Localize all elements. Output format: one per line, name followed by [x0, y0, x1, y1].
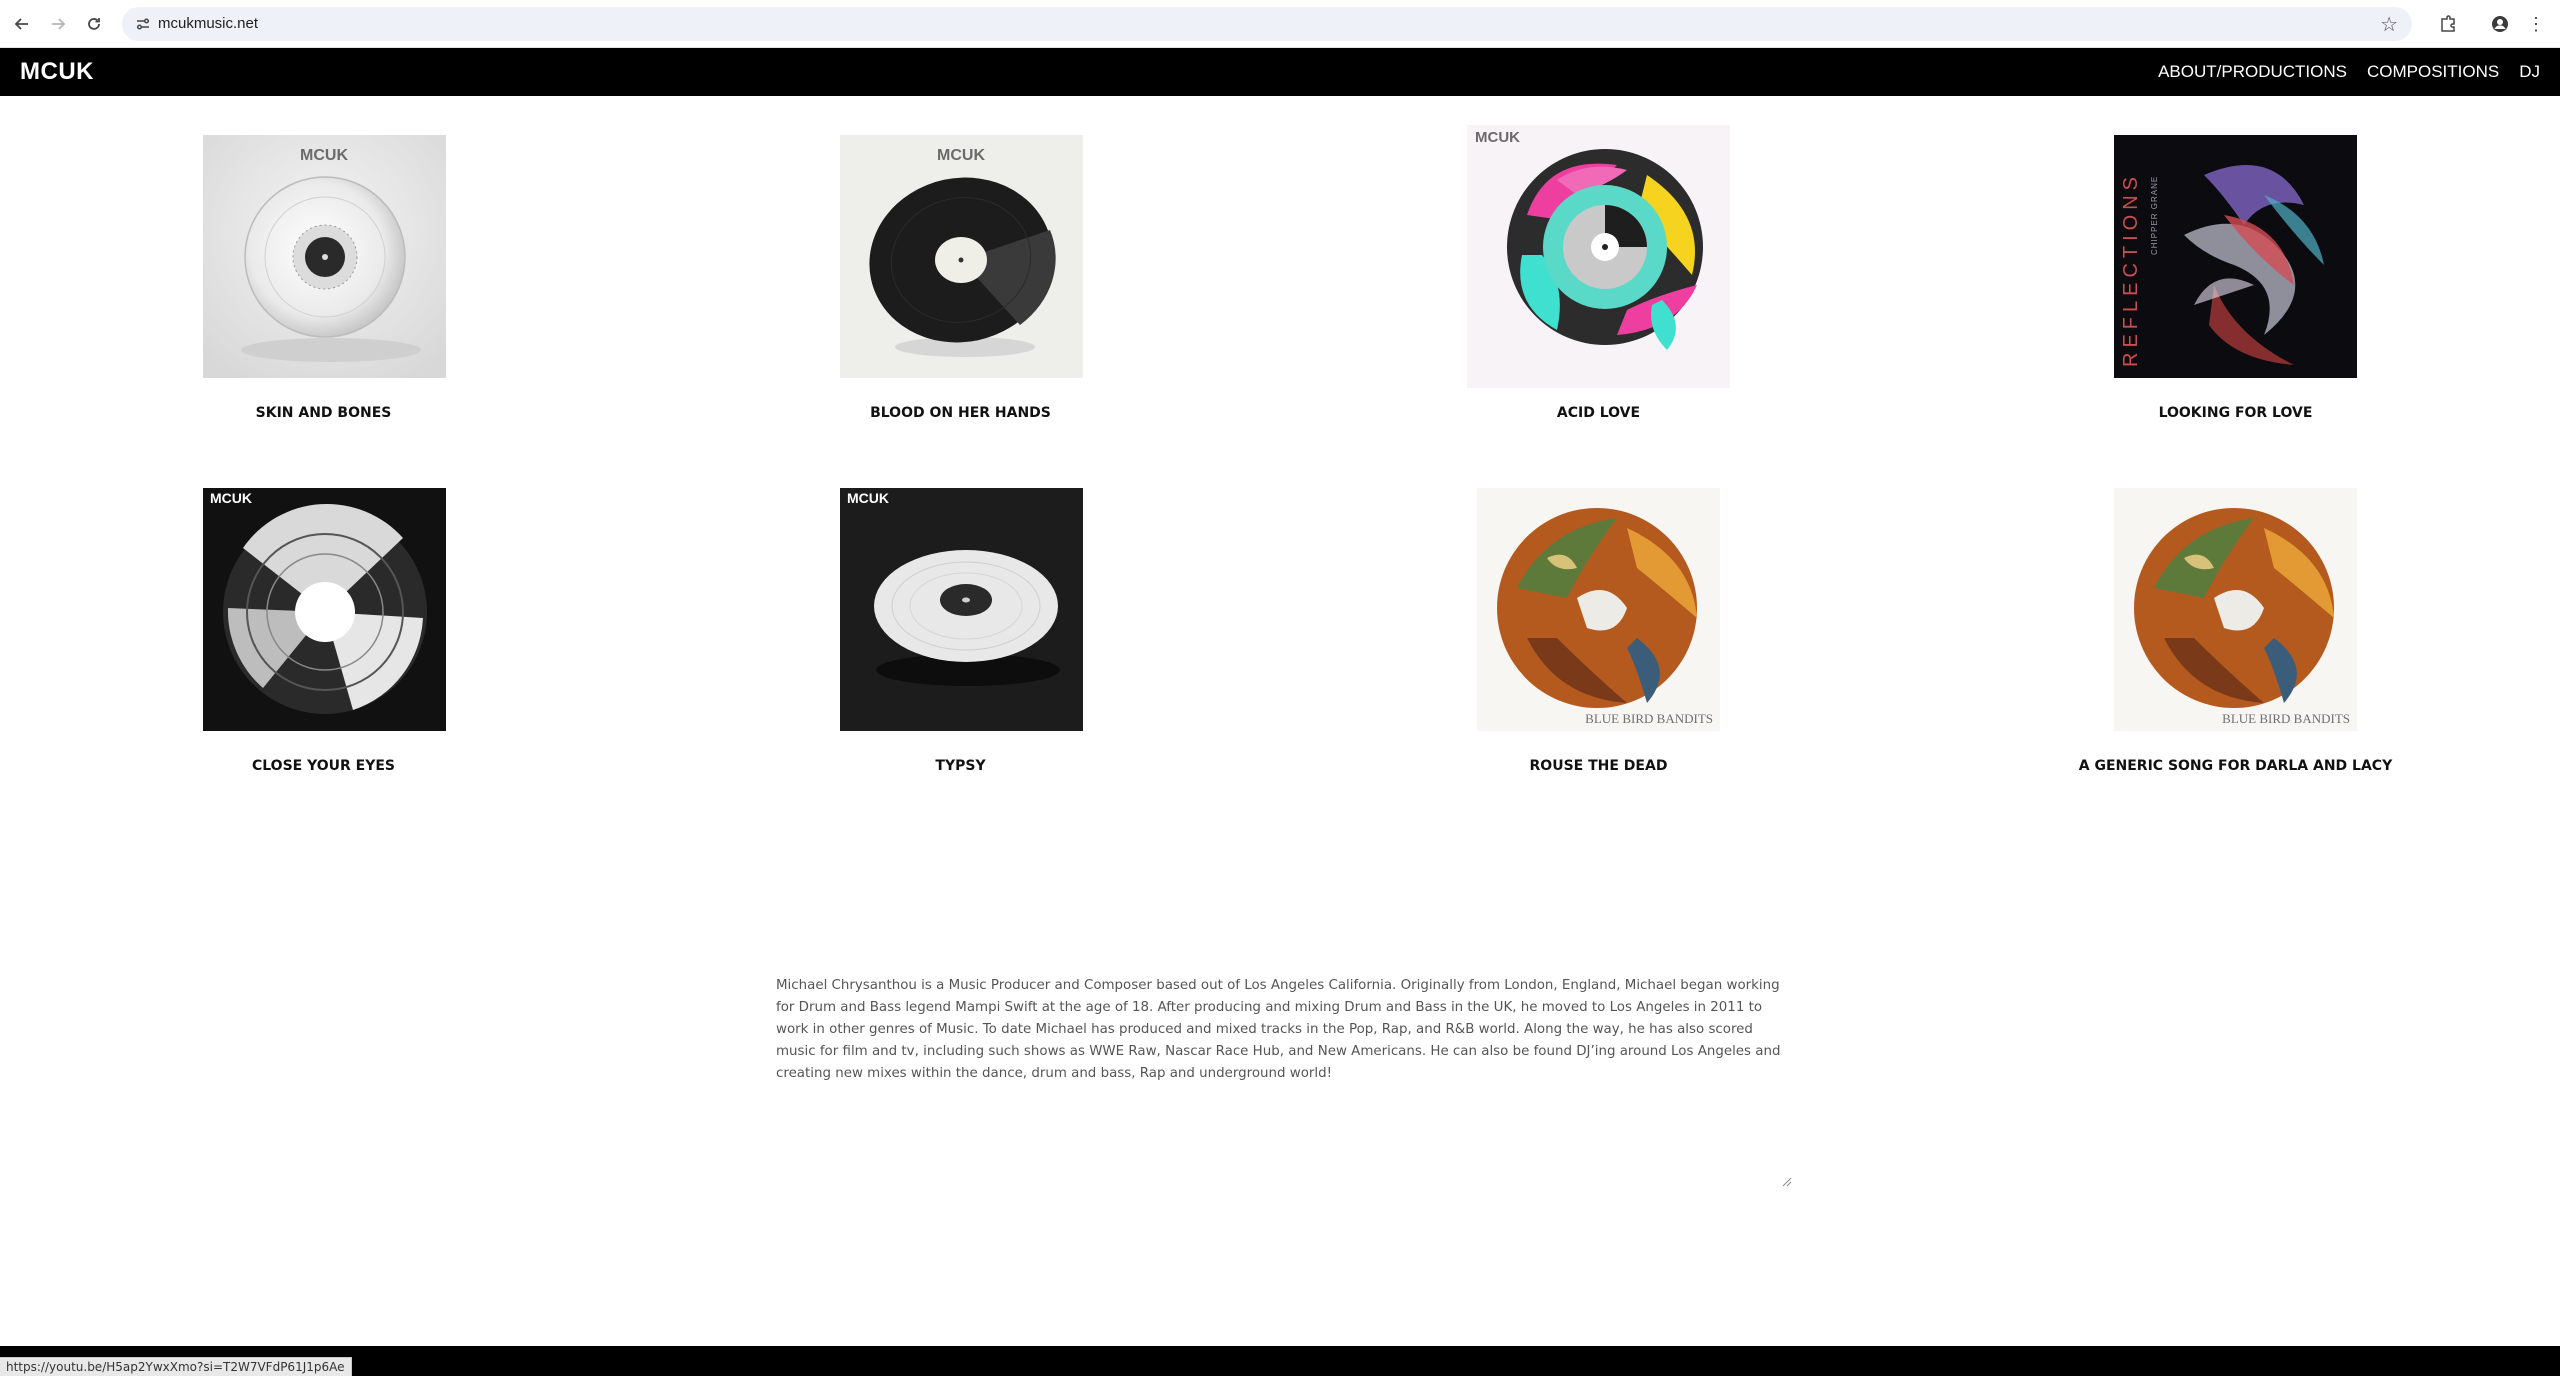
reload-icon[interactable] [82, 12, 106, 36]
back-icon[interactable] [10, 12, 34, 36]
menu-kebab-icon[interactable]: ⋮ [2524, 12, 2548, 36]
track-title[interactable]: BLOOD ON HER HANDS [642, 405, 1279, 421]
cover-label: MCUK [1475, 129, 1520, 146]
nav-dj[interactable]: DJ [2519, 62, 2540, 82]
track-title[interactable]: CLOSE YOUR EYES [5, 758, 642, 774]
track-title[interactable]: LOOKING FOR LOVE [1917, 405, 2554, 421]
cover-sub-label: CHIPPER GRANE [2150, 176, 2159, 255]
album-cover-blood-on-her-hands[interactable]: MCUK [840, 135, 1083, 378]
album-cover-rouse-the-dead[interactable]: BLUE BIRD BANDITS [1477, 488, 1720, 731]
status-bar-url: https://youtu.be/H5ap2YwxXmo?si=T2W7VFdP… [0, 1357, 352, 1376]
nav-compositions[interactable]: COMPOSITIONS [2367, 62, 2499, 82]
album-cover-acid-love[interactable]: MCUK [1467, 125, 1730, 388]
cover-label: MCUK [847, 490, 889, 506]
cover-label: BLUE BIRD BANDITS [2222, 711, 2350, 726]
address-bar[interactable]: mcukmusic.net ☆ [122, 7, 2412, 41]
bookmark-star-icon[interactable]: ☆ [2380, 12, 2398, 37]
browser-toolbar: mcukmusic.net ☆ ⋮ [0, 0, 2560, 48]
site-footer [0, 1346, 2560, 1376]
cover-label: MCUK [300, 147, 348, 164]
track-title[interactable]: A GENERIC SONG FOR DARLA AND LACY [1917, 758, 2554, 774]
cover-label: MCUK [937, 147, 985, 164]
album-cover-skin-and-bones[interactable]: MCUK [203, 135, 446, 378]
nav-about-productions[interactable]: ABOUT/PRODUCTIONS [2158, 62, 2347, 82]
cover-label: REFLECTIONS [2120, 172, 2142, 367]
site-info-icon[interactable] [134, 15, 152, 33]
site-logo[interactable]: MCUK [20, 58, 94, 86]
album-cover-a-generic-song[interactable]: BLUE BIRD BANDITS [2114, 488, 2357, 731]
url-text: mcukmusic.net [158, 15, 259, 32]
site-header: MCUK ABOUT/PRODUCTIONS COMPOSITIONS DJ [0, 48, 2560, 96]
site-nav: ABOUT/PRODUCTIONS COMPOSITIONS DJ [2158, 62, 2540, 82]
cover-label: BLUE BIRD BANDITS [1585, 711, 1713, 726]
track-title[interactable]: TYPSY [642, 758, 1279, 774]
forward-icon[interactable] [46, 12, 70, 36]
profile-icon[interactable] [2488, 12, 2512, 36]
bio-textbox[interactable]: Michael Chrysanthou is a Music Producer … [776, 975, 1792, 1187]
resize-grip-icon[interactable] [1780, 1175, 1792, 1187]
bio-text: Michael Chrysanthou is a Music Producer … [776, 978, 1781, 1081]
extensions-icon[interactable] [2436, 12, 2460, 36]
cover-label: MCUK [210, 490, 252, 506]
album-cover-close-your-eyes[interactable]: MCUK [203, 488, 446, 731]
track-title[interactable]: SKIN AND BONES [5, 405, 642, 421]
album-cover-typsy[interactable]: MCUK [840, 488, 1083, 731]
track-title[interactable]: ACID LOVE [1280, 405, 1917, 421]
album-cover-looking-for-love[interactable]: REFLECTIONS CHIPPER GRANE [2114, 135, 2357, 378]
track-title[interactable]: ROUSE THE DEAD [1280, 758, 1917, 774]
